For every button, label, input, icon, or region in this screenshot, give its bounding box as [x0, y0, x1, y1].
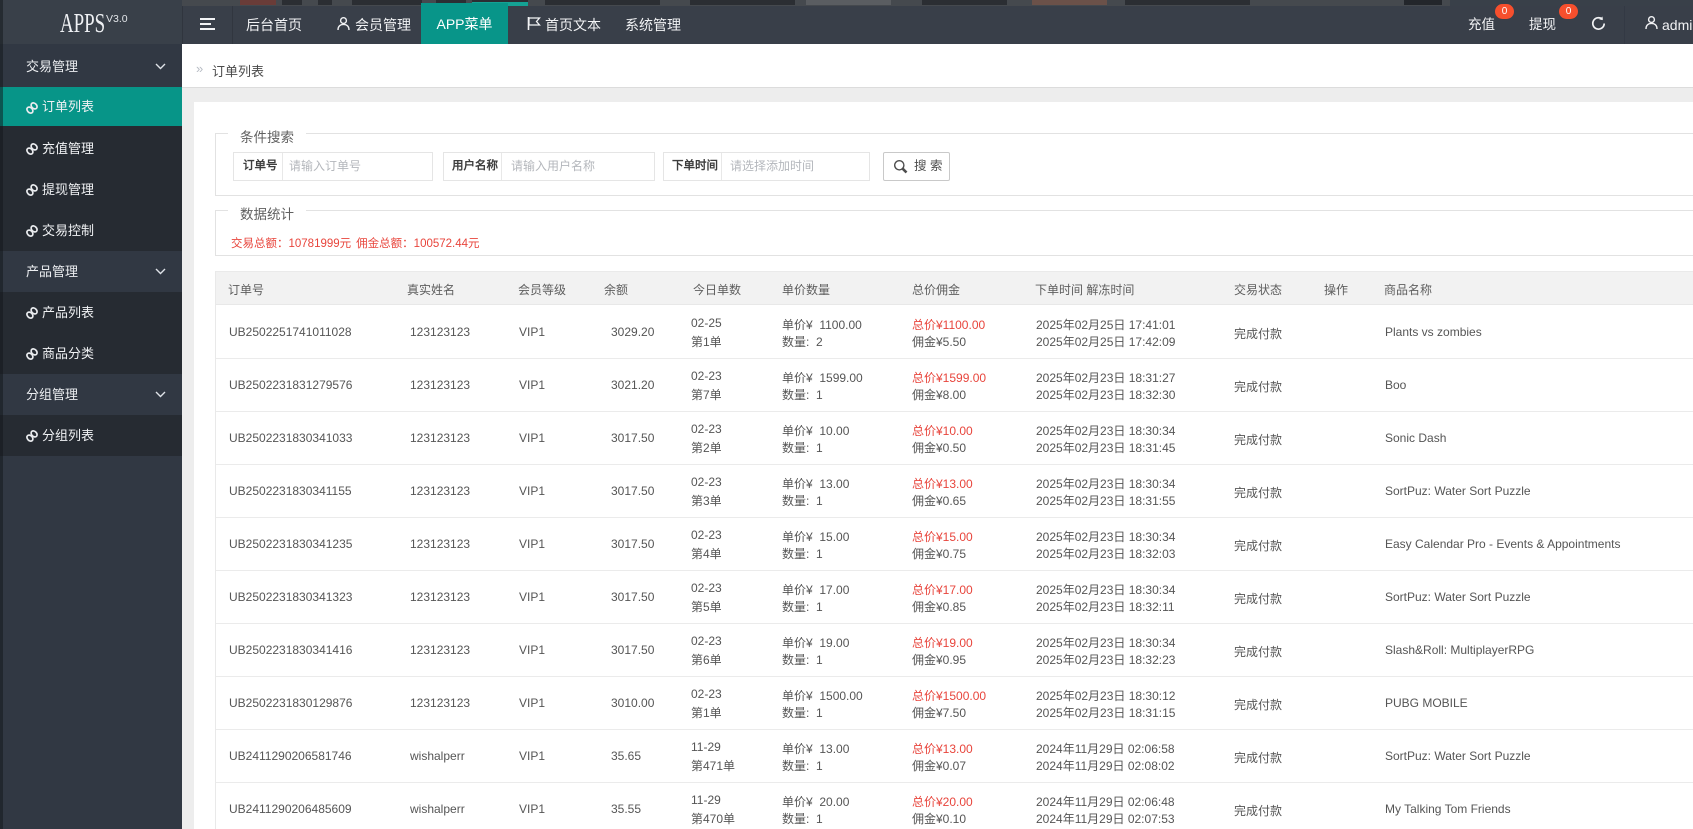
svg-text:APPS: APPS: [60, 9, 105, 39]
svg-text:V3.0: V3.0: [106, 13, 128, 25]
